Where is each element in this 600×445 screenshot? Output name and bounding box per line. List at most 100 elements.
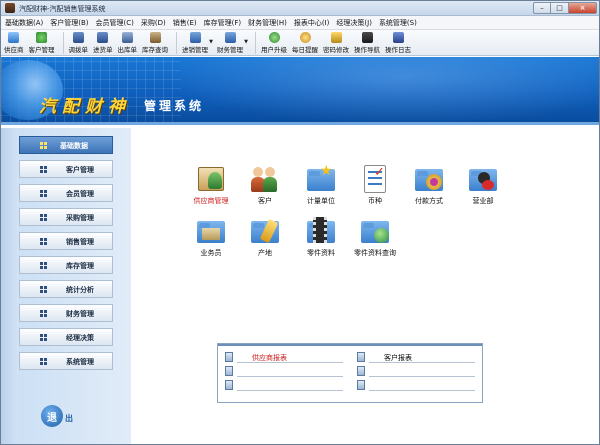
toolbar-sales-mgmt-label: 进销管理 bbox=[182, 46, 208, 54]
close-icon: × bbox=[579, 3, 586, 12]
nav-item-statistics[interactable]: 统计分析 bbox=[19, 280, 113, 298]
outbound-icon bbox=[121, 32, 133, 43]
module-label: 产地 bbox=[258, 249, 272, 257]
toolbar-log-button[interactable]: 操作日志 bbox=[385, 30, 411, 54]
toolbar-supplier-label: 供应商 bbox=[4, 46, 24, 54]
grid-icon bbox=[40, 214, 47, 221]
menu-reports[interactable]: 报表中心(I) bbox=[294, 18, 330, 28]
window-controls: – □ × bbox=[533, 2, 597, 14]
report-row[interactable] bbox=[222, 378, 346, 392]
app-icon bbox=[5, 3, 15, 13]
toolbar-supplier-button[interactable]: 供应商 bbox=[4, 30, 24, 54]
toolbar-guide-button[interactable]: 操作导航 bbox=[354, 30, 380, 54]
menu-basic-data[interactable]: 基础数据(A) bbox=[5, 18, 43, 28]
grid-icon bbox=[40, 334, 47, 341]
maximize-button[interactable]: □ bbox=[551, 2, 569, 14]
nav-item-manager[interactable]: 经理决策 bbox=[19, 328, 113, 346]
grid-icon bbox=[40, 142, 47, 149]
toolbar-transfer-button[interactable]: 调拨单 bbox=[69, 30, 88, 54]
brand-subtitle: 管理系统 bbox=[144, 99, 205, 113]
toolbar: 供应商 客户管理 调拨单 进货单 出库单 库存查询 进销管理 ▼ 财务管理 ▼ … bbox=[1, 30, 599, 56]
nav-list: 基础数据 客户管理 会员管理 采购管理 销售管理 库存管理 统计分析 财务管理 … bbox=[19, 136, 113, 376]
customer-icon bbox=[36, 32, 47, 43]
module-supplier[interactable]: 供应商管理 bbox=[181, 164, 241, 206]
toolbar-outbound-button[interactable]: 出库单 bbox=[117, 30, 138, 54]
module-parts-query[interactable]: 零件资料查询 bbox=[345, 216, 405, 258]
origin-folder-icon bbox=[250, 216, 280, 246]
nav-item-label: 会员管理 bbox=[66, 190, 94, 198]
module-customer[interactable]: 客户 bbox=[235, 164, 295, 206]
grid-icon bbox=[40, 286, 47, 293]
report-row[interactable] bbox=[354, 364, 478, 378]
supplier-book-icon bbox=[196, 164, 226, 194]
document-icon bbox=[357, 380, 365, 390]
toolbar-separator bbox=[255, 32, 256, 54]
nav-item-inventory[interactable]: 库存管理 bbox=[19, 256, 113, 274]
toolbar-inventory-button[interactable]: 库存查询 bbox=[142, 30, 168, 54]
module-label: 付款方式 bbox=[415, 197, 443, 205]
toolbar-separator bbox=[62, 32, 64, 54]
grid-icon bbox=[40, 238, 47, 245]
grid-icon bbox=[40, 262, 47, 269]
toolbar-reminder-button[interactable]: 每日提醒 bbox=[292, 30, 318, 54]
exit-label[interactable]: 出 bbox=[65, 413, 73, 424]
report-row[interactable]: 客户报表 bbox=[354, 350, 478, 364]
exit-button[interactable]: 退 bbox=[41, 405, 63, 427]
menu-manager[interactable]: 经理决策(J) bbox=[336, 18, 372, 28]
module-salesperson[interactable]: 业务员 bbox=[181, 216, 241, 258]
menu-purchase[interactable]: 采购(D) bbox=[141, 18, 166, 28]
menu-finance[interactable]: 财务管理(H) bbox=[248, 18, 287, 28]
close-button[interactable]: × bbox=[569, 2, 597, 14]
module-payment[interactable]: 付款方式 bbox=[399, 164, 459, 206]
menu-inventory[interactable]: 库存管理(F) bbox=[204, 18, 242, 28]
row-divider bbox=[237, 390, 343, 391]
transfer-icon bbox=[72, 32, 84, 43]
menu-system[interactable]: 系统管理(S) bbox=[379, 18, 417, 28]
header-banner: 汽配财神 管理系统 bbox=[1, 57, 599, 125]
main-panel: 供应商管理 客户 ★ 计量单位 ✓ 币种 付款方式 营业部 业务员 产地 零件资… bbox=[131, 128, 599, 444]
dropdown-arrow-icon: ▼ bbox=[244, 39, 248, 45]
globe-folder-icon bbox=[360, 216, 390, 246]
menu-bar: 基础数据(A) 客户管理(B) 会员管理(C) 采购(D) 销售(E) 库存管理… bbox=[1, 16, 599, 30]
toolbar-password-label: 密码修改 bbox=[323, 46, 349, 54]
left-nav: 基础数据 客户管理 会员管理 采购管理 销售管理 库存管理 统计分析 财务管理 … bbox=[1, 128, 131, 444]
nav-item-label: 统计分析 bbox=[66, 286, 94, 294]
menu-member[interactable]: 会员管理(C) bbox=[96, 18, 134, 28]
nav-item-purchase[interactable]: 采购管理 bbox=[19, 208, 113, 226]
title-bar: 汽配财神-汽配销售管理系统 – □ × bbox=[1, 1, 599, 16]
row-divider bbox=[369, 376, 475, 377]
nav-item-customer[interactable]: 客户管理 bbox=[19, 160, 113, 178]
nav-item-label: 财务管理 bbox=[66, 310, 94, 318]
nav-item-sales[interactable]: 销售管理 bbox=[19, 232, 113, 250]
toolbar-upgrade-button[interactable]: 用户升级 bbox=[261, 30, 287, 54]
toolbar-password-button[interactable]: 密码修改 bbox=[323, 30, 349, 54]
module-unit[interactable]: ★ 计量单位 bbox=[291, 164, 351, 206]
menu-customer[interactable]: 客户管理(B) bbox=[50, 18, 88, 28]
toolbar-customer-button[interactable]: 客户管理 bbox=[29, 30, 55, 54]
report-row[interactable] bbox=[222, 364, 346, 378]
toolbar-log-label: 操作日志 bbox=[385, 46, 411, 54]
menu-sales[interactable]: 销售(E) bbox=[173, 18, 197, 28]
module-origin[interactable]: 产地 bbox=[235, 216, 295, 258]
module-business-dept[interactable]: 营业部 bbox=[453, 164, 513, 206]
minimize-button[interactable]: – bbox=[533, 2, 551, 14]
app-window: 汽配财神-汽配销售管理系统 – □ × 基础数据(A) 客户管理(B) 会员管理… bbox=[0, 0, 600, 445]
nav-item-label: 客户管理 bbox=[66, 166, 94, 174]
toolbar-purchase-button[interactable]: 进货单 bbox=[93, 30, 113, 54]
row-divider bbox=[369, 390, 475, 391]
toolbar-sales-mgmt-button[interactable]: 进销管理 ▼ bbox=[182, 30, 213, 54]
dropdown-arrow-icon: ▼ bbox=[209, 39, 213, 45]
nav-item-basic-data[interactable]: 基础数据 bbox=[19, 136, 113, 154]
nav-strip bbox=[1, 128, 19, 444]
nav-item-finance[interactable]: 财务管理 bbox=[19, 304, 113, 322]
nav-item-system[interactable]: 系统管理 bbox=[19, 352, 113, 370]
report-row[interactable]: 供应商报表 bbox=[222, 350, 346, 364]
module-parts[interactable]: 零件资料 bbox=[291, 216, 351, 258]
document-icon bbox=[357, 352, 365, 362]
module-currency[interactable]: ✓ 币种 bbox=[345, 164, 405, 206]
toolbar-outbound-label: 出库单 bbox=[117, 46, 138, 54]
report-row[interactable] bbox=[354, 378, 478, 392]
nav-item-member[interactable]: 会员管理 bbox=[19, 184, 113, 202]
toolbar-finance-mgmt-button[interactable]: 财务管理 ▼ bbox=[217, 30, 248, 54]
banner-glow-decoration bbox=[161, 57, 599, 122]
